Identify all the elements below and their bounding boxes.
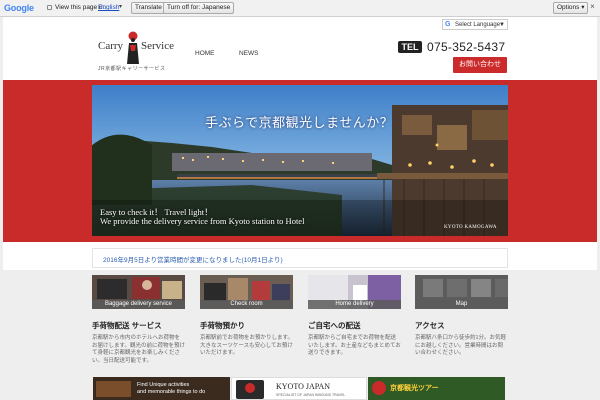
chevron-down-icon: ▼ <box>499 22 505 28</box>
card-label: Check room <box>200 300 293 309</box>
hero-caption-line2: We provide the delivery service from Kyo… <box>100 216 305 226</box>
card-label: Map <box>415 300 508 309</box>
news-link[interactable]: 2016年9月5日より営業時間が変更になりました(10月1日より) <box>103 254 283 264</box>
banner-title: KYOTO JAPAN <box>276 382 331 391</box>
card-title: 手荷物配送 サービス <box>92 321 162 330</box>
tel-label: TEL <box>398 41 422 53</box>
card-description: 京都駅八条口から徒歩約1分。お気軽にお越しください。営業時間はお問い合わせくださ… <box>415 335 507 356</box>
translate-button[interactable]: Translate <box>131 2 166 14</box>
card-title: ご自宅への配送 <box>308 321 361 330</box>
language-select[interactable]: English <box>98 4 119 11</box>
banner-subtitle: SPECIALIST OF JAPAN INBOUND TRAVEL <box>276 393 346 397</box>
card-description: 京都駅前でお荷物をお預かりします。大きなスーツケースも安心してお預けいただけます… <box>200 335 293 356</box>
banner-tour[interactable]: 京都観光ツアー <box>368 377 505 400</box>
banner-logo-icon <box>236 380 264 399</box>
logo-word-carry: Carry <box>98 40 124 52</box>
nav-home[interactable]: HOME <box>195 50 215 57</box>
geisha-figure-icon <box>127 31 139 64</box>
translate-bar: Google View this page in: English ▾ Tran… <box>0 0 600 17</box>
card-title: 手荷物預かり <box>200 321 245 330</box>
card-description: 京都駅から市内のホテルへお荷物をお届けします。観光の前に荷物を預けて身軽に京都観… <box>92 335 185 364</box>
banner-activities[interactable]: Find Unique activities and memorable thi… <box>93 377 230 400</box>
card-label: Baggage delivery service <box>92 300 185 309</box>
google-logo: Google <box>4 3 34 13</box>
card-title: アクセス <box>415 321 445 330</box>
nav-news[interactable]: NEWS <box>239 50 259 57</box>
banner-logo-icon <box>372 381 386 395</box>
contact-button[interactable]: お問い合わせ <box>453 57 507 73</box>
tel-number[interactable]: 075-352-5437 <box>427 40 505 54</box>
banner-text: and memorable things to do <box>137 389 206 395</box>
google-g-icon: G <box>445 21 451 28</box>
lock-icon <box>47 5 52 10</box>
logo-subtitle: JR京都駅キャリーサービス <box>98 66 166 72</box>
logo-word-service: Service <box>141 40 174 52</box>
card-label: Home delivery <box>308 300 401 309</box>
select-language-dropdown[interactable]: G Select Language ▼ <box>442 19 508 30</box>
banner-logo-icon <box>96 381 131 397</box>
select-language-label: Select Language <box>455 22 501 28</box>
turn-off-button[interactable]: Turn off for: Japanese <box>163 2 235 14</box>
hero-credit: KYOTO KAMOGAWA <box>444 225 497 230</box>
banner-title: 京都観光ツアー <box>390 385 439 392</box>
chevron-down-icon[interactable]: ▾ <box>119 3 122 10</box>
news-bar: 2016年9月5日より営業時間が変更になりました(10月1日より) <box>92 248 508 268</box>
banner-text: Find Unique activities <box>137 382 190 388</box>
hero-image: 手ぶらで京都観光しませんか？ Easy to check it！ Travel … <box>92 85 508 236</box>
card-description: 京都駅からご自宅までお荷物を配送いたします。お土産などもまとめてお送りできます。 <box>308 335 401 356</box>
hero-title: 手ぶらで京都観光しませんか？ <box>205 116 394 131</box>
close-icon[interactable]: × <box>588 2 597 11</box>
banner-kyoto-japan[interactable]: KYOTO JAPAN SPECIALIST OF JAPAN INBOUND … <box>231 377 367 400</box>
site-logo[interactable]: Carry Service JR京都駅キャリーサービス <box>96 31 178 75</box>
options-button[interactable]: Options ▾ <box>553 2 589 14</box>
